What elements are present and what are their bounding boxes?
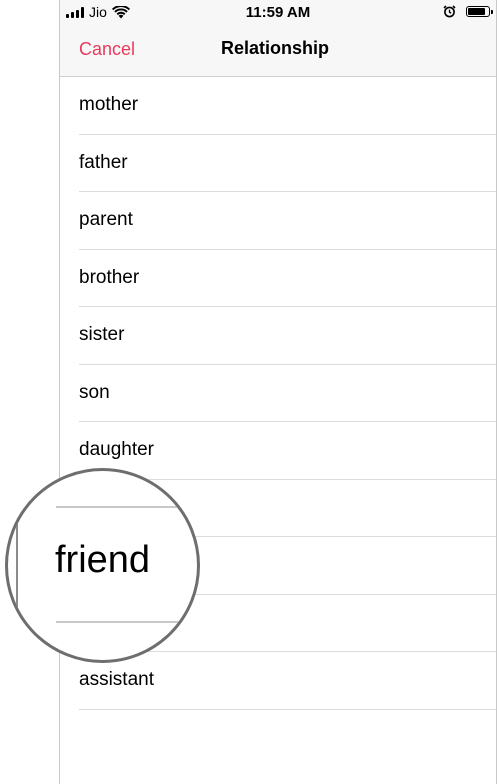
- relationship-option-assistant[interactable]: assistant: [60, 652, 496, 710]
- battery-icon: [466, 6, 493, 17]
- relationship-option-parent[interactable]: parent: [60, 192, 496, 250]
- battery-fill: [468, 8, 485, 15]
- relationship-option-mother[interactable]: mother: [60, 77, 496, 135]
- relationship-option-father[interactable]: father: [60, 135, 496, 193]
- alarm-clock-icon: [443, 5, 456, 18]
- page-title: Relationship: [220, 38, 329, 58]
- relationship-option-son[interactable]: son: [60, 365, 496, 423]
- relationship-option-brother[interactable]: brother: [60, 250, 496, 308]
- status-right: [443, 5, 493, 18]
- relationship-option-sister[interactable]: sister: [60, 307, 496, 365]
- magnified-separator-bottom: [56, 621, 197, 623]
- status-time: 11:59 AM: [245, 4, 311, 21]
- magnified-separator-top: [56, 506, 197, 508]
- status-bar: Jio 11:59 AM: [60, 0, 496, 26]
- magnified-label: friend: [55, 539, 151, 581]
- magnifier-callout: friend: [5, 468, 200, 663]
- navigation-bar: Cancel Relationship: [60, 26, 496, 77]
- magnified-frame-edge: [16, 516, 18, 612]
- frame-right-border: [496, 0, 497, 784]
- phone-screen: Jio 11:59 AM Cancel Relationship mother …: [0, 0, 500, 784]
